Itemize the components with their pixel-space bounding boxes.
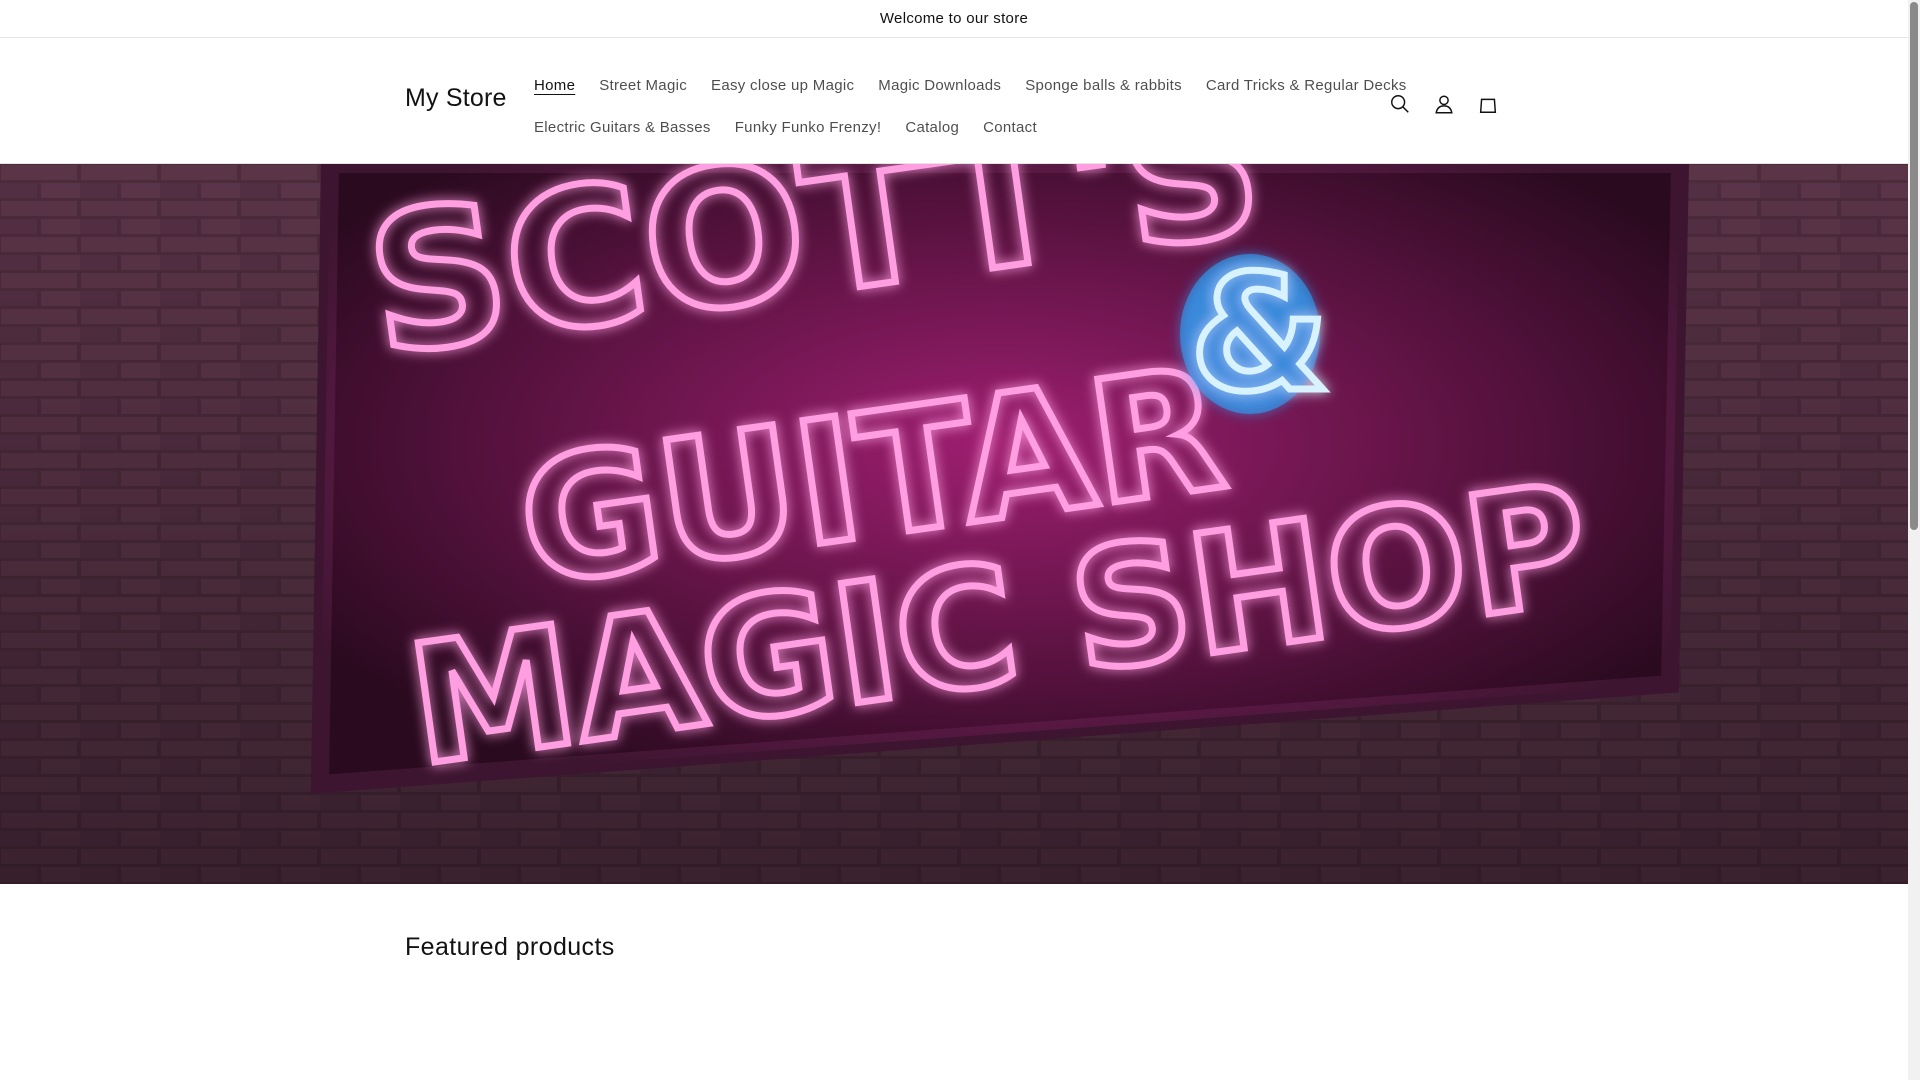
nav-item-street-magic[interactable]: Street Magic	[587, 77, 699, 94]
nav-row-2: Electric Guitars & Basses Funky Funko Fr…	[522, 106, 1342, 148]
search-button[interactable]	[1378, 82, 1422, 126]
announcement-bar: Welcome to our store	[0, 0, 1908, 38]
header-icons	[1378, 82, 1510, 126]
nav-item-sponge-balls[interactable]: Sponge balls & rabbits	[1013, 77, 1194, 94]
nav-row-1: Home Street Magic Easy close up Magic Ma…	[522, 64, 1406, 106]
main-nav: Home Street Magic Easy close up Magic Ma…	[522, 64, 1406, 148]
nav-item-funko[interactable]: Funky Funko Frenzy!	[723, 119, 894, 136]
announcement-text: Welcome to our store	[879, 10, 1029, 27]
featured-products-heading: Featured products	[405, 933, 615, 961]
nav-item-catalog[interactable]: Catalog	[893, 119, 971, 136]
nav-item-contact[interactable]: Contact	[971, 119, 1049, 136]
nav-item-home[interactable]: Home	[522, 77, 587, 94]
search-icon	[1391, 95, 1409, 113]
nav-item-electric-guitars[interactable]: Electric Guitars & Basses	[522, 119, 723, 136]
hero-neon-sign-image: SCOTT'S GUITAR MAGIC SHOP &	[0, 164, 1908, 884]
cart-button[interactable]	[1466, 82, 1510, 126]
page-scrollbar[interactable]	[1908, 0, 1920, 1080]
sign-ampersand: &	[1190, 240, 1330, 427]
account-button[interactable]	[1422, 82, 1466, 126]
nav-item-magic-downloads[interactable]: Magic Downloads	[866, 77, 1013, 94]
cart-icon	[1479, 98, 1497, 113]
store-logo[interactable]: My Store	[405, 84, 507, 113]
account-icon	[1435, 95, 1453, 114]
hero-banner: SCOTT'S GUITAR MAGIC SHOP &	[0, 164, 1908, 884]
nav-item-easy-close-up-magic[interactable]: Easy close up Magic	[699, 77, 866, 94]
scrollbar-thumb[interactable]	[1910, 2, 1918, 530]
site-header: My Store Home Street Magic Easy close up…	[0, 38, 1908, 164]
